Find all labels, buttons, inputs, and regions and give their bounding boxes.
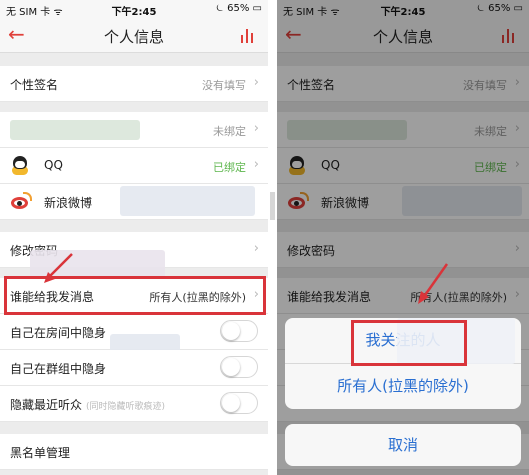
screenshot-composite: 无 SIM 卡 ᯤ 下午2:45 ⏾ 65% ▭ ← 个人信息 个性签名 没有填… <box>0 0 529 475</box>
hide-listeners-label: 隐藏最近听众 (同时隐藏听歌痕迹) <box>10 398 166 412</box>
cancel-button[interactable]: 取消 <box>285 424 521 466</box>
qq-penguin-icon <box>10 156 30 176</box>
page-title: 个人信息 <box>103 28 164 46</box>
hide-in-group-row: 自己在群组中隐身 <box>0 350 268 386</box>
hide-in-group-label: 自己在群组中隐身 <box>10 362 107 376</box>
blacklist-label: 黑名单管理 <box>10 446 71 460</box>
qq-binding-value: 已绑定 <box>213 161 246 174</box>
highlight-box <box>351 320 467 366</box>
battery-status: ⏾ 65% ▭ <box>216 3 262 14</box>
divider <box>268 0 277 475</box>
right-phone-screen: 无 SIM 卡 ᯤ 下午2:45 ⏾ 65% ▭ ← 个人信息 个性签名 没有填… <box>277 0 529 475</box>
signature-label: 个性签名 <box>10 78 59 92</box>
chevron-right-icon: › <box>253 121 259 136</box>
equalizer-icon[interactable] <box>240 27 256 43</box>
weibo-icon <box>10 192 32 212</box>
signature-row[interactable]: 个性签名 没有填写 › <box>0 66 268 102</box>
qq-label: QQ <box>44 158 63 172</box>
hide-in-room-row: 自己在房间中隐身 <box>0 314 268 370</box>
blurred-region <box>120 186 255 216</box>
signature-value: 没有填写 <box>202 79 246 92</box>
phone-binding-row[interactable]: 未绑定 › <box>0 112 268 148</box>
nav-bar: ← 个人信息 <box>0 18 268 53</box>
red-arrow-annotation <box>418 263 449 304</box>
status-bar: 无 SIM 卡 ᯤ 下午2:45 ⏾ 65% ▭ <box>0 0 268 18</box>
weibo-binding-row[interactable]: 新浪微博 <box>0 184 268 220</box>
weibo-label: 新浪微博 <box>44 196 93 210</box>
hide-in-room-label: 自己在房间中隐身 <box>10 326 107 340</box>
hide-listeners-toggle[interactable] <box>220 392 258 414</box>
chevron-right-icon: › <box>253 157 259 172</box>
left-phone-screen: 无 SIM 卡 ᯤ 下午2:45 ⏾ 65% ▭ ← 个人信息 个性签名 没有填… <box>0 0 268 475</box>
hide-listeners-hint: (同时隐藏听歌痕迹) <box>86 402 166 412</box>
qq-binding-row[interactable]: QQ 已绑定 › <box>0 148 268 184</box>
chevron-right-icon: › <box>253 241 259 256</box>
option-everyone-button[interactable]: 所有人(拉黑的除外) <box>285 364 521 409</box>
hide-listeners-row: 隐藏最近听众 (同时隐藏听歌痕迹) <box>0 386 268 422</box>
chevron-right-icon: › <box>253 75 259 90</box>
blacklist-row[interactable]: 黑名单管理 <box>0 434 268 470</box>
phone-binding-value: 未绑定 <box>213 125 246 138</box>
blurred-region <box>10 120 140 140</box>
hide-in-room-toggle[interactable] <box>220 320 258 342</box>
hide-in-group-toggle[interactable] <box>220 356 258 378</box>
red-arrow-annotation <box>44 253 73 283</box>
